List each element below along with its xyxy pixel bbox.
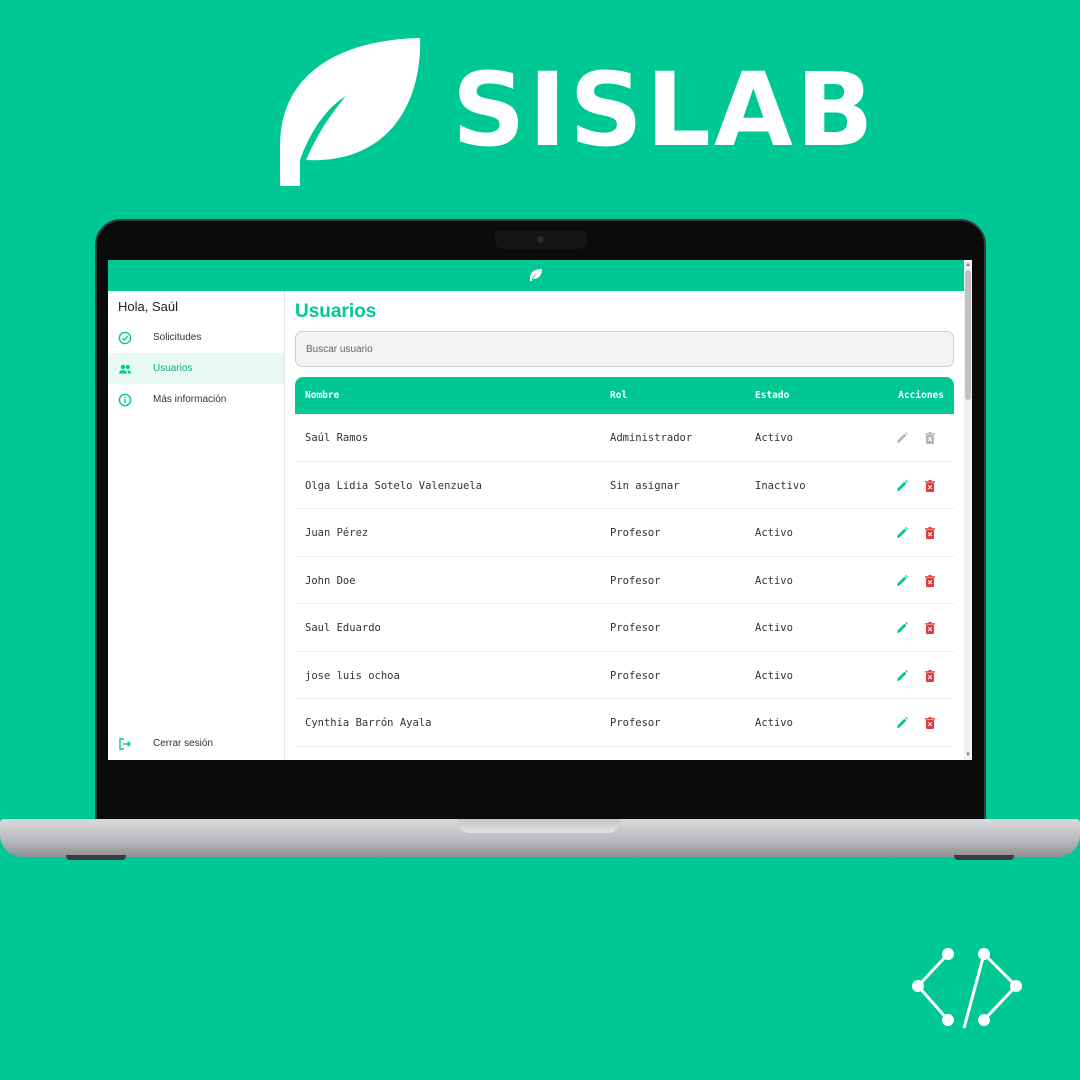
vertical-scrollbar[interactable]: ▲ ▼ (964, 260, 972, 760)
cell-nombre: Juan Pérez (305, 527, 369, 539)
column-header-nombre: Nombre (305, 390, 340, 401)
scroll-thumb[interactable] (965, 270, 971, 400)
cell-rol: Profesor (610, 622, 661, 634)
cell-estado: Activo (755, 574, 793, 587)
delete-icon[interactable] (923, 621, 937, 635)
cell-nombre: John Doe (305, 574, 356, 587)
edit-icon[interactable] (895, 716, 909, 730)
sidebar: Hola, Saúl Solicitudes Usuarios Más info… (108, 291, 285, 760)
delete-icon[interactable] (923, 479, 937, 493)
sidebar-item-solicitudes[interactable]: Solicitudes (108, 322, 284, 353)
cell-nombre: Olga Lidia Sotelo Valenzuela (305, 479, 483, 492)
logout-label: Cerrar sesión (153, 738, 214, 749)
page-title: Usuarios (295, 301, 377, 322)
cell-rol: Profesor (610, 574, 661, 587)
logout-button[interactable]: Cerrar sesión (108, 728, 284, 759)
camera-icon (537, 236, 544, 243)
edit-icon[interactable] (895, 621, 909, 635)
cell-estado: Activo (755, 669, 793, 682)
cell-estado: Inactivo (755, 479, 806, 492)
sidebar-item-label: Más información (153, 394, 227, 405)
delete-icon[interactable] (923, 526, 937, 540)
check-circle-icon (118, 331, 132, 344)
delete-icon[interactable] (923, 716, 937, 730)
laptop-foot (954, 855, 1014, 860)
delete-icon[interactable] (923, 431, 937, 445)
main-content: Usuarios Nombre Rol Estado Acciones Saúl… (285, 291, 964, 760)
table-header: Nombre Rol Estado Acciones (295, 377, 954, 414)
table-row: Saúl Ramos Administrador Activo (295, 414, 954, 462)
cell-estado: Activo (755, 717, 793, 729)
app-topbar (108, 260, 964, 291)
cell-nombre: jose luis ochoa (305, 669, 400, 682)
brand-header: SISLAB (276, 36, 874, 188)
column-header-rol: Rol (610, 390, 628, 401)
cell-nombre: Saul Eduardo (305, 622, 381, 634)
sidebar-item-label: Solicitudes (153, 332, 202, 343)
search-input[interactable] (295, 331, 954, 367)
cell-estado: Activo (755, 622, 793, 634)
laptop-base-notch (458, 819, 620, 833)
edit-icon[interactable] (895, 526, 909, 540)
logout-icon (119, 737, 131, 750)
delete-icon[interactable] (923, 669, 937, 683)
info-icon (118, 393, 132, 406)
scroll-down-icon[interactable]: ▼ (965, 752, 971, 758)
edit-icon[interactable] (895, 574, 909, 588)
cell-rol: Profesor (610, 717, 661, 729)
delete-icon[interactable] (923, 574, 937, 588)
table-row: Cynthia Barrón Ayala Profesor Activo (295, 699, 954, 747)
laptop-base (0, 819, 1080, 857)
table-row: Juan Pérez Profesor Activo (295, 509, 954, 557)
sidebar-item-label: Usuarios (153, 363, 193, 374)
column-header-acciones: Acciones (898, 390, 944, 401)
cell-rol: Profesor (610, 527, 661, 539)
table-row: John Doe Profesor Activo (295, 557, 954, 604)
table-row: jose luis ochoa Profesor Activo (295, 652, 954, 699)
table-row: Olga Lidia Sotelo Valenzuela Sin asignar I… (295, 462, 954, 509)
app-screen: ▲ ▼ Hola, Saúl Solicitudes Usuarios Más … (108, 260, 972, 760)
edit-icon[interactable] (895, 431, 909, 445)
table-body: Saúl Ramos Administrador Activo Olga Lidia … (295, 414, 954, 747)
edit-icon[interactable] (895, 669, 909, 683)
cell-estado: Activo (755, 432, 793, 444)
cell-estado: Activo (755, 527, 793, 539)
cell-nombre: Cynthia Barrón Ayala (305, 717, 432, 729)
edit-icon[interactable] (895, 479, 909, 493)
cell-rol: Sin asignar (610, 479, 680, 492)
camera-notch (495, 231, 587, 249)
brand-name: SISLAB (452, 51, 877, 170)
cell-rol: Administrador (610, 432, 693, 444)
greeting: Hola, Saúl (118, 299, 178, 314)
column-header-estado: Estado (755, 390, 790, 401)
cell-rol: Profesor (610, 669, 661, 682)
users-icon (119, 364, 131, 373)
laptop-foot (66, 855, 126, 860)
leaf-icon (530, 269, 542, 281)
cell-nombre: Saúl Ramos (305, 432, 369, 444)
users-table: Nombre Rol Estado Acciones Saúl Ramos Adm… (295, 377, 954, 747)
scroll-up-icon[interactable]: ▲ (965, 262, 971, 268)
leaf-logo-icon (280, 38, 421, 186)
sidebar-item-mas-informacion[interactable]: Más información (108, 384, 284, 415)
sidebar-item-usuarios[interactable]: Usuarios (108, 353, 284, 384)
table-row: Saul Eduardo Profesor Activo (295, 604, 954, 652)
code-brackets-logo-icon (912, 948, 1022, 1029)
